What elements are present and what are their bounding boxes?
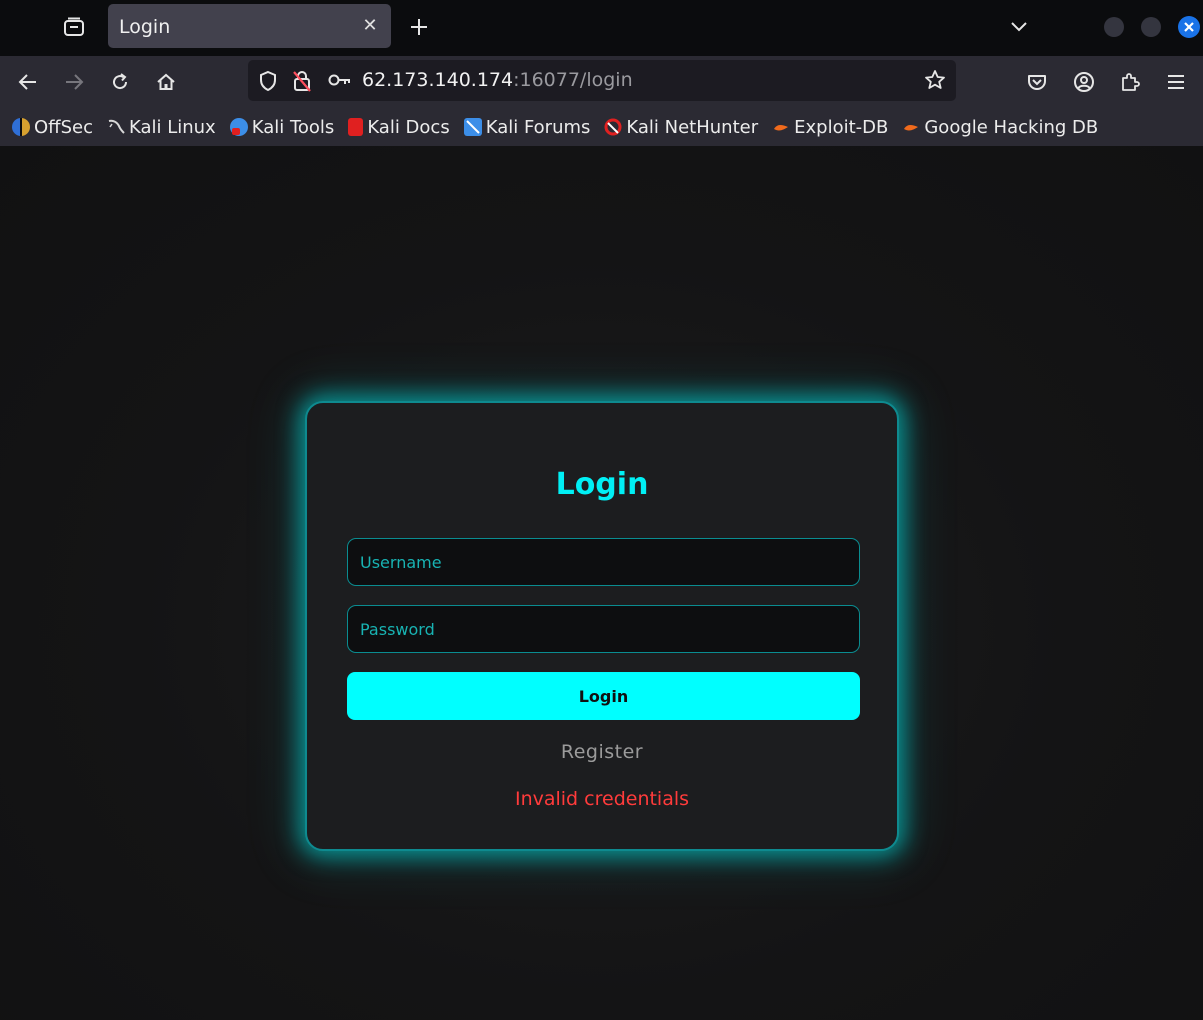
error-message: Invalid credentials	[514, 788, 690, 810]
home-icon[interactable]	[150, 66, 182, 98]
tab-title: Login	[119, 16, 171, 38]
url-bar[interactable]: 62.173.140.174:16077/login	[248, 60, 956, 101]
shield-icon[interactable]	[258, 70, 278, 96]
password-input[interactable]	[347, 605, 860, 653]
kali-forums-icon	[463, 118, 482, 136]
window-close-button[interactable]	[1178, 16, 1200, 38]
bookmark-kali-forums[interactable]: Kali Forums	[463, 116, 591, 138]
bookmark-label: Kali NetHunter	[626, 116, 759, 138]
bookmark-kali-docs[interactable]: Kali Docs	[348, 116, 450, 138]
page-content: Login Login Register Invalid credentials	[0, 146, 1203, 1020]
offsec-icon	[12, 118, 30, 136]
bookmark-google-hacking-db[interactable]: Google Hacking DB	[902, 117, 1098, 138]
bookmark-label: Kali Forums	[485, 116, 591, 138]
insecure-lock-icon[interactable]	[292, 69, 312, 97]
bookmark-kali-nethunter[interactable]: Kali NetHunter	[604, 117, 758, 138]
exploit-db-icon	[772, 118, 790, 136]
bookmark-label: OffSec	[34, 116, 93, 138]
bookmark-label: Exploit-DB	[794, 116, 889, 138]
tab-strip: Login ✕	[0, 0, 1203, 56]
bookmark-exploit-db[interactable]: Exploit-DB	[772, 117, 888, 138]
chevron-down-icon[interactable]	[1004, 12, 1034, 42]
login-button[interactable]: Login	[347, 672, 860, 720]
firefox-view-icon[interactable]	[56, 10, 92, 44]
bookmark-label: Kali Linux	[128, 116, 216, 138]
username-input[interactable]	[347, 538, 860, 586]
extensions-icon[interactable]	[1114, 66, 1146, 98]
active-tab[interactable]: Login ✕	[108, 4, 391, 48]
back-icon[interactable]	[12, 66, 44, 98]
bookmark-kali-linux[interactable]: Kali Linux	[107, 117, 216, 138]
bookmark-offsec[interactable]: OffSec	[12, 117, 93, 138]
url-path: :16077/login	[513, 69, 633, 91]
register-link[interactable]: Register	[307, 741, 897, 763]
bookmark-label: Kali Tools	[251, 116, 335, 138]
bookmark-label: Google Hacking DB	[924, 116, 1099, 138]
account-icon[interactable]	[1068, 66, 1100, 98]
login-title: Login	[555, 467, 649, 502]
ghdb-icon	[902, 118, 920, 136]
pocket-icon[interactable]	[1021, 66, 1053, 98]
minimize-button[interactable]	[1104, 17, 1124, 37]
bookmarks-toolbar: OffSec Kali Linux Kali Tools Kali Docs K…	[0, 108, 1203, 146]
login-card: Login Login Register Invalid credentials	[305, 401, 899, 851]
close-tab-icon[interactable]: ✕	[359, 14, 381, 36]
bookmark-star-icon[interactable]	[924, 69, 946, 95]
kali-docs-icon	[348, 118, 364, 136]
reload-icon[interactable]	[104, 66, 136, 98]
bookmark-kali-tools[interactable]: Kali Tools	[229, 116, 335, 138]
navigation-bar: 62.173.140.174:16077/login	[0, 56, 1203, 108]
kali-tools-icon	[229, 118, 248, 136]
maximize-button[interactable]	[1141, 17, 1161, 37]
bookmark-label: Kali Docs	[367, 116, 450, 138]
menu-icon[interactable]	[1160, 66, 1192, 98]
new-tab-icon[interactable]	[404, 12, 434, 42]
forward-icon[interactable]	[58, 66, 90, 98]
url-host: 62.173.140.174	[362, 69, 514, 91]
url-text[interactable]: 62.173.140.174:16077/login	[362, 69, 633, 91]
nethunter-icon	[604, 118, 622, 136]
key-icon[interactable]	[328, 72, 352, 92]
kali-dragon-icon	[107, 118, 125, 136]
